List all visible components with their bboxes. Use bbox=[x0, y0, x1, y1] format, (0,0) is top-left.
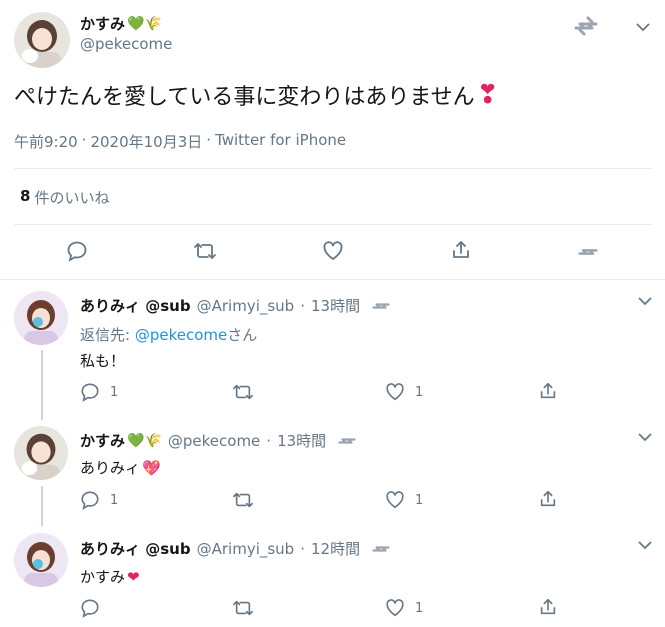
reply-count: 1 bbox=[110, 384, 119, 400]
share-icon bbox=[538, 597, 558, 617]
reply-icon bbox=[80, 490, 100, 510]
likes-count: 8 bbox=[20, 187, 31, 205]
reply-icon bbox=[80, 598, 100, 618]
swap-arrows-icon[interactable] bbox=[370, 297, 392, 315]
chevron-down-icon[interactable] bbox=[638, 540, 652, 550]
reply-icon bbox=[66, 240, 88, 262]
author-handle[interactable]: @Arimyi_sub bbox=[197, 297, 295, 315]
heart-icon bbox=[322, 240, 344, 262]
swap-arrows-icon[interactable] bbox=[572, 14, 600, 38]
chevron-down-icon[interactable] bbox=[638, 296, 652, 306]
share-icon bbox=[538, 381, 558, 401]
divider bbox=[0, 279, 665, 280]
reply-to-label: 返信先: bbox=[80, 326, 135, 344]
author-name[interactable]: かすみ 💚🌾 bbox=[80, 430, 162, 451]
retweet-button[interactable] bbox=[232, 382, 254, 402]
reply-to-handle-link[interactable]: @pekecome bbox=[135, 326, 227, 344]
reply-text: ありみィ bbox=[80, 459, 141, 477]
author-name[interactable]: ありみィ @sub bbox=[80, 295, 191, 316]
author-name[interactable]: かすみ bbox=[80, 13, 125, 34]
author-name-row[interactable]: かすみ 💚🌾 bbox=[80, 13, 162, 34]
share-button[interactable] bbox=[538, 597, 558, 617]
retweet-icon bbox=[232, 598, 254, 618]
heart-icon bbox=[385, 382, 405, 402]
like-count: 1 bbox=[415, 492, 424, 508]
timestamp-row: 午前9:20 · 2020年10月3日 · Twitter for iPhone bbox=[14, 131, 346, 152]
avatar-arimyi[interactable] bbox=[14, 291, 68, 345]
divider bbox=[14, 224, 652, 225]
divider bbox=[14, 168, 652, 169]
like-button[interactable] bbox=[322, 240, 344, 262]
avatar-kasumi[interactable] bbox=[14, 426, 68, 480]
author-name[interactable]: ありみィ @sub bbox=[80, 538, 191, 559]
separator-dot: · bbox=[300, 296, 305, 315]
share-button[interactable] bbox=[538, 489, 558, 509]
reply-button[interactable]: 1 bbox=[80, 382, 118, 402]
retweet-button[interactable] bbox=[232, 490, 254, 510]
reply-text-row: かすみ ❤ bbox=[80, 566, 140, 587]
reply-header: かすみ 💚🌾 @pekecome · 13時間 bbox=[80, 430, 358, 451]
share-icon bbox=[538, 489, 558, 509]
heart-icon bbox=[385, 598, 405, 618]
share-button[interactable] bbox=[450, 239, 472, 261]
like-button[interactable]: 1 bbox=[385, 490, 423, 510]
chevron-down-icon[interactable] bbox=[636, 22, 650, 32]
separator-dot: · bbox=[206, 131, 212, 149]
reply-text: かすみ bbox=[80, 568, 126, 586]
reply-icon bbox=[80, 382, 100, 402]
reply-to-suffix: さん bbox=[227, 326, 258, 344]
retweet-icon bbox=[232, 490, 254, 510]
author-emoji: 💚🌾 bbox=[127, 15, 162, 32]
retweet-icon bbox=[193, 240, 217, 262]
reply-header: ありみィ @sub @Arimyi_sub · 12時間 bbox=[80, 538, 392, 559]
avatar-arimyi[interactable] bbox=[14, 533, 68, 587]
reply-to-line: 返信先: @pekecomeさん bbox=[80, 324, 257, 345]
swap-arrows-icon[interactable] bbox=[370, 540, 392, 558]
reply-button[interactable] bbox=[66, 240, 88, 262]
tweet-text-row: ぺけたんを愛している事に変わりはありません ❣ bbox=[14, 79, 498, 111]
likes-summary[interactable]: 8 件のいいね bbox=[20, 187, 109, 208]
like-count: 1 bbox=[415, 384, 424, 400]
swap-arrows-icon[interactable] bbox=[336, 432, 358, 450]
reply-button[interactable]: 1 bbox=[80, 490, 118, 510]
thread-line bbox=[41, 350, 43, 420]
author-handle[interactable]: @pekecome bbox=[80, 35, 172, 53]
likes-label: 件のいいね bbox=[34, 189, 110, 207]
author-handle[interactable]: @pekecome bbox=[168, 432, 260, 450]
separator-dot: · bbox=[81, 131, 87, 149]
retweet-button[interactable] bbox=[232, 598, 254, 618]
author-handle[interactable]: @Arimyi_sub bbox=[197, 540, 295, 558]
separator-dot: · bbox=[266, 431, 272, 450]
reply-button[interactable] bbox=[80, 598, 100, 618]
reply-time[interactable]: 12時間 bbox=[311, 538, 360, 559]
share-icon bbox=[450, 239, 472, 261]
reply-text-row: ありみィ 💖 bbox=[80, 457, 161, 478]
heart-icon bbox=[385, 490, 405, 510]
sparkling-heart-emoji: 💖 bbox=[142, 458, 161, 477]
red-heart-emoji: ❤ bbox=[127, 567, 140, 586]
like-button[interactable]: 1 bbox=[385, 598, 423, 618]
reply-header: ありみィ @sub @Arimyi_sub · 13時間 bbox=[80, 295, 392, 316]
separator-dot: · bbox=[300, 539, 305, 558]
retweet-icon bbox=[232, 382, 254, 402]
tweet-text: ぺけたんを愛している事に変わりはありません bbox=[14, 85, 475, 110]
reply-time[interactable]: 13時間 bbox=[311, 295, 360, 316]
heart-exclamation-emoji: ❣ bbox=[476, 80, 499, 110]
share-button[interactable] bbox=[538, 381, 558, 401]
reply-time[interactable]: 13時間 bbox=[277, 430, 326, 451]
reply-count: 1 bbox=[110, 492, 119, 508]
thread-line bbox=[41, 486, 43, 526]
like-count: 1 bbox=[415, 600, 424, 616]
avatar-kasumi[interactable] bbox=[14, 12, 70, 68]
like-button[interactable]: 1 bbox=[385, 382, 423, 402]
tweet-time[interactable]: 午前9:20 bbox=[14, 131, 78, 152]
retweet-button[interactable] bbox=[193, 240, 217, 262]
swap-arrows-button[interactable] bbox=[576, 242, 600, 262]
tweet-client[interactable]: Twitter for iPhone bbox=[215, 131, 346, 152]
tweet-date[interactable]: 2020年10月3日 bbox=[90, 131, 202, 152]
chevron-down-icon[interactable] bbox=[638, 432, 652, 442]
swap-arrows-icon bbox=[576, 242, 600, 262]
reply-text: 私も！ bbox=[80, 352, 126, 370]
